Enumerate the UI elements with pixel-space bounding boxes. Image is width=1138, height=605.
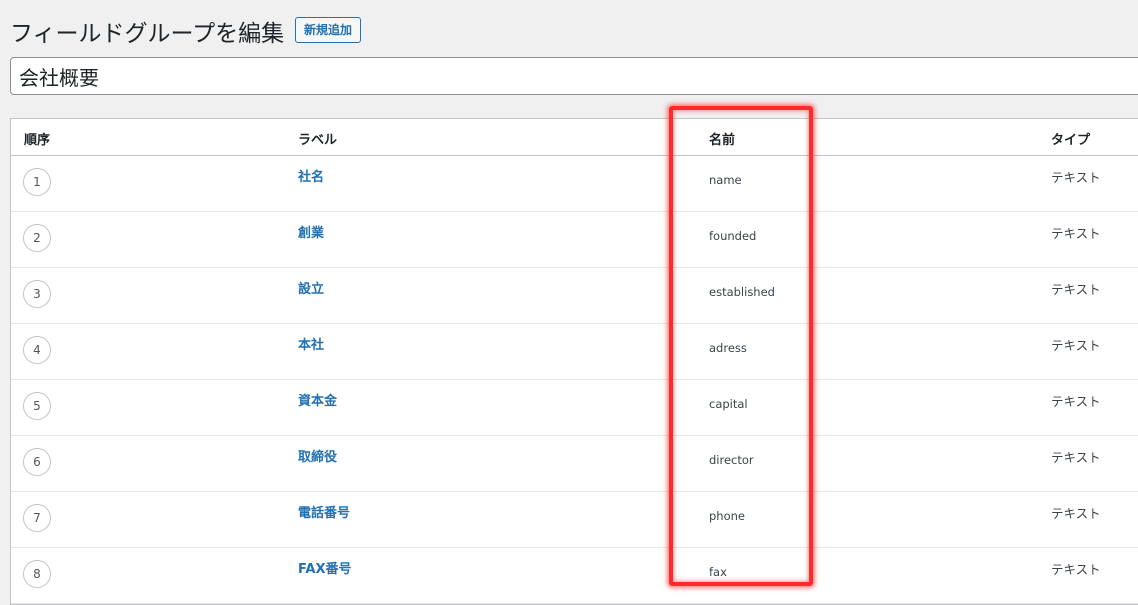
table-header: 順序 ラベル 名前 タイプ xyxy=(11,119,1138,156)
field-label-link[interactable]: 本社 xyxy=(298,334,324,353)
field-label-link[interactable]: 取締役 xyxy=(298,446,337,465)
field-name: capital xyxy=(709,397,748,411)
table-row: 1 社名 name テキスト xyxy=(11,156,1138,212)
table-row: 5 資本金 capital テキスト xyxy=(11,380,1138,436)
field-name: phone xyxy=(709,509,745,523)
field-type: テキスト xyxy=(1051,506,1101,521)
column-header-label: ラベル xyxy=(298,133,338,148)
order-badge[interactable]: 2 xyxy=(23,224,51,252)
fields-table: 順序 ラベル 名前 タイプ 1 社名 name テキスト 2 創業 founded… xyxy=(10,118,1138,605)
field-name: adress xyxy=(709,341,747,355)
order-badge[interactable]: 7 xyxy=(23,504,51,532)
field-label-link[interactable]: 設立 xyxy=(298,278,324,297)
field-type: テキスト xyxy=(1051,450,1101,465)
page-title: フィールドグループを編集 xyxy=(10,21,285,47)
field-name: name xyxy=(709,173,742,187)
field-name: founded xyxy=(709,229,757,243)
table-row: 7 電話番号 phone テキスト xyxy=(11,492,1138,548)
table-row: 6 取締役 director テキスト xyxy=(11,436,1138,492)
column-header-type: タイプ xyxy=(1051,133,1091,148)
column-header-name: 名前 xyxy=(709,133,736,148)
field-label-link[interactable]: 電話番号 xyxy=(298,502,350,521)
field-type: テキスト xyxy=(1051,562,1101,577)
field-type: テキスト xyxy=(1051,226,1101,241)
field-name: established xyxy=(709,285,775,299)
field-label-link[interactable]: 社名 xyxy=(298,166,324,185)
field-type: テキスト xyxy=(1051,394,1101,409)
order-badge[interactable]: 3 xyxy=(23,280,51,308)
field-name: director xyxy=(709,453,754,467)
field-type: テキスト xyxy=(1051,170,1101,185)
field-label-link[interactable]: FAX番号 xyxy=(298,558,351,577)
field-label-link[interactable]: 資本金 xyxy=(298,390,337,409)
table-row: 3 設立 established テキスト xyxy=(11,268,1138,324)
order-badge[interactable]: 8 xyxy=(23,560,51,588)
field-type: テキスト xyxy=(1051,282,1101,297)
order-badge[interactable]: 5 xyxy=(23,392,51,420)
table-row: 2 創業 founded テキスト xyxy=(11,212,1138,268)
order-badge[interactable]: 6 xyxy=(23,448,51,476)
table-row: 4 本社 adress テキスト xyxy=(11,324,1138,380)
order-badge[interactable]: 4 xyxy=(23,336,51,364)
field-name: fax xyxy=(709,565,727,579)
field-group-title-input[interactable] xyxy=(10,57,1138,95)
field-label-link[interactable]: 創業 xyxy=(298,222,324,241)
add-new-button[interactable]: 新規追加 xyxy=(295,17,362,43)
field-type: テキスト xyxy=(1051,338,1101,353)
column-header-order: 順序 xyxy=(24,133,51,148)
table-row: 8 FAX番号 fax テキスト xyxy=(11,548,1138,604)
order-badge[interactable]: 1 xyxy=(23,168,51,196)
